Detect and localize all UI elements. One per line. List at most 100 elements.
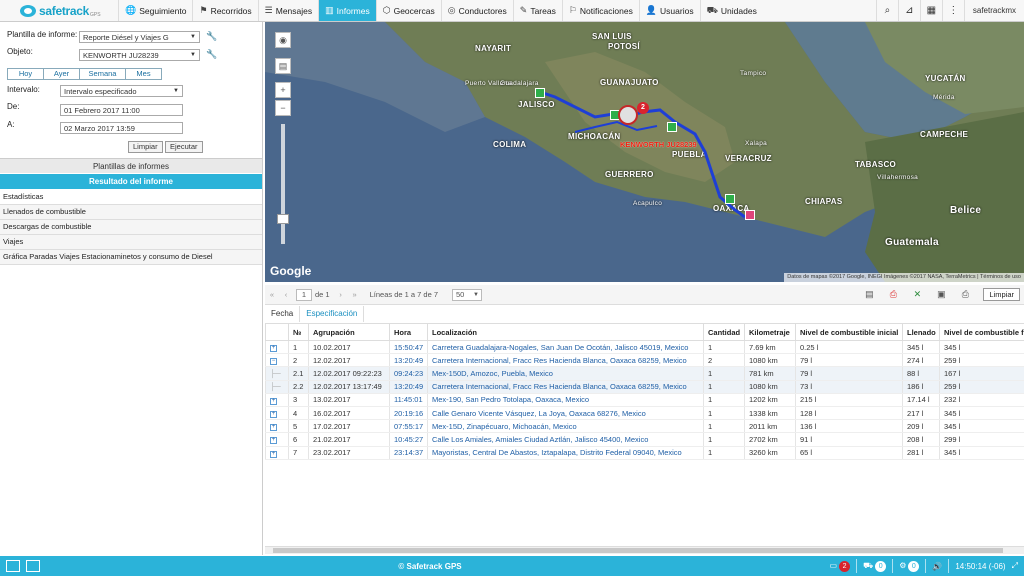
table-row[interactable]: ├─ 2.1 12.02.2017 09:22:23 09:24:23 Mex-150D…: [265, 366, 1024, 381]
print-icon[interactable]: ⎙: [953, 289, 977, 300]
nav-item-unidades[interactable]: ⛟ Unidades: [699, 0, 763, 21]
zoom-slider[interactable]: [281, 124, 285, 244]
row-time[interactable]: 07:55:17: [389, 419, 428, 434]
chart-icon[interactable]: ⊿: [897, 0, 920, 21]
per-page-select[interactable]: 50 ▼: [452, 288, 482, 301]
sound-icon[interactable]: 🔊: [932, 562, 942, 571]
row-time[interactable]: 13:20:49: [389, 353, 428, 368]
eye-icon[interactable]: ◉: [275, 32, 291, 48]
row-location[interactable]: Carretera Guadalajara-Nogales, San Juan …: [427, 340, 704, 355]
wrench-icon[interactable]: 🔧: [206, 31, 217, 42]
wrench-icon[interactable]: 🔧: [206, 49, 217, 60]
end-marker[interactable]: [745, 210, 755, 220]
table-row[interactable]: +4 16.02.2017 20:19:16 Calle Genaro Vicente…: [265, 406, 1024, 421]
row-location[interactable]: Mex-150D, Amozoc, Puebla, Mexico: [427, 366, 704, 381]
row-location[interactable]: Carretera Internacional, Fracc Res Hacie…: [427, 380, 704, 394]
document-export-icon[interactable]: ▣: [929, 289, 953, 300]
row-location[interactable]: Calle Los Amiales, Amiales Ciudad Aztlán…: [427, 432, 704, 447]
from-date-input[interactable]: 01 Febrero 2017 11:00: [60, 104, 183, 116]
expand-icon[interactable]: +: [270, 424, 277, 432]
row-time[interactable]: 13:20:49: [389, 380, 428, 394]
table-row[interactable]: ├─ 2.2 12.02.2017 13:17:49 13:20:49 Carreter…: [265, 380, 1024, 394]
row-expander[interactable]: −: [265, 353, 289, 368]
expand-icon[interactable]: +: [270, 450, 277, 458]
search-icon[interactable]: ⌕: [875, 0, 898, 21]
tab-date[interactable]: Fecha: [265, 306, 301, 322]
scrollbar-thumb[interactable]: [273, 548, 1003, 553]
table-row[interactable]: +3 13.02.2017 11:45:01 Mex-190, San Pedro T…: [265, 393, 1024, 407]
row-expander[interactable]: +: [265, 393, 289, 407]
pdf-export-icon[interactable]: ⎙: [881, 289, 905, 300]
last-page-icon[interactable]: »: [348, 290, 362, 299]
map-attribution[interactable]: Datos de mapas ©2017 Google, INEGI Imáge…: [784, 273, 1024, 282]
tab-specification[interactable]: Especificación: [300, 306, 365, 322]
col-quantity[interactable]: Cantidad: [703, 323, 745, 341]
app-logo[interactable]: safetrack GPS: [0, 0, 118, 21]
row-time[interactable]: 20:19:16: [389, 406, 428, 421]
row-location[interactable]: Calle Genaro Vicente Vásquez, La Joya, O…: [427, 406, 704, 421]
object-select[interactable]: KENWORTH JU28239 ▼: [79, 49, 200, 61]
col-filled[interactable]: Llenado: [902, 323, 940, 341]
table-row[interactable]: −2 12.02.2017 13:20:49 Carretera Internacio…: [265, 353, 1024, 368]
first-page-icon[interactable]: «: [265, 290, 279, 299]
templates-section-header[interactable]: Plantillas de informes: [0, 158, 262, 173]
expand-icon[interactable]: +: [270, 437, 277, 445]
table-row[interactable]: +7 23.02.2017 23:14:37 Mayoristas, Central …: [265, 446, 1024, 460]
run-button[interactable]: Ejecutar: [165, 141, 203, 153]
alerts-indicator[interactable]: ⚙ 0: [899, 560, 920, 572]
result-item[interactable]: Estadísticas: [0, 190, 262, 205]
row-time[interactable]: 15:50:47: [389, 340, 428, 355]
nav-item-mensajes[interactable]: ☰ Mensajes: [257, 0, 318, 21]
layers-icon[interactable]: ▤: [275, 58, 291, 74]
user-menu[interactable]: safetrackmx: [963, 0, 1024, 21]
template-select[interactable]: Reporte Diésel y Viajes G ▼: [79, 31, 200, 43]
row-time[interactable]: 23:14:37: [389, 446, 428, 460]
row-location[interactable]: Carretera Internacional, Fracc Res Hacie…: [427, 353, 704, 368]
row-expander[interactable]: +: [265, 406, 289, 421]
to-date-input[interactable]: 02 Marzo 2017 13:59: [60, 122, 183, 134]
table-view-icon[interactable]: ▤: [857, 289, 881, 300]
fullscreen-icon[interactable]: ⤢: [1012, 561, 1018, 571]
nav-item-recorridos[interactable]: ⚑ Recorridos: [192, 0, 257, 21]
row-expander[interactable]: +: [265, 340, 289, 355]
result-section-header[interactable]: Resultado del informe: [0, 174, 262, 189]
more-vertical-icon[interactable]: ⋮: [941, 0, 964, 21]
expand-icon[interactable]: +: [270, 397, 277, 405]
nav-item-usuarios[interactable]: 👤 Usuarios: [638, 0, 700, 21]
apps-grid-icon[interactable]: ▦: [919, 0, 942, 21]
period-button-mes[interactable]: Mes: [125, 68, 162, 80]
table-row[interactable]: +1 10.02.2017 15:50:47 Carretera Guadalajar…: [265, 340, 1024, 355]
excel-export-icon[interactable]: ✕: [905, 289, 929, 300]
prev-page-icon[interactable]: ‹: [279, 290, 293, 299]
period-button-ayer[interactable]: Ayer: [43, 68, 80, 80]
row-time[interactable]: 11:45:01: [389, 393, 428, 407]
horizontal-scrollbar[interactable]: [265, 546, 1024, 554]
zoom-out-button[interactable]: −: [275, 100, 291, 116]
page-input[interactable]: 1: [296, 288, 312, 301]
nav-item-seguimiento[interactable]: 🌐 Seguimiento: [118, 0, 192, 21]
events-indicator[interactable]: ⛟ 0: [863, 560, 887, 572]
col-location[interactable]: Localización: [427, 323, 704, 341]
messages-indicator[interactable]: ▭ 2: [830, 560, 851, 572]
next-page-icon[interactable]: ›: [334, 290, 348, 299]
table-row[interactable]: +6 21.02.2017 10:45:27 Calle Los Amiales, A…: [265, 432, 1024, 447]
fuel-marker[interactable]: [535, 88, 545, 98]
col-number[interactable]: №: [288, 323, 309, 341]
zoom-slider-handle[interactable]: [277, 214, 289, 224]
col-mileage[interactable]: Kilometraje: [744, 323, 796, 341]
expand-icon[interactable]: +: [270, 345, 277, 353]
period-button-semana[interactable]: Semana: [79, 68, 126, 80]
report-clear-button[interactable]: Limpiar: [983, 288, 1020, 301]
row-expander[interactable]: +: [265, 419, 289, 434]
row-expander[interactable]: +: [265, 446, 289, 460]
col-grouping[interactable]: Agrupación: [308, 323, 390, 341]
col-fuel-final[interactable]: Nivel de combustible final: [939, 323, 1024, 341]
collapse-icon[interactable]: −: [270, 358, 277, 366]
row-time[interactable]: 09:24:23: [389, 366, 428, 381]
row-location[interactable]: Mex-15D, Zinapécuaro, Michoacán, Mexico: [427, 419, 704, 434]
fuel-marker[interactable]: [725, 194, 735, 204]
fuel-marker[interactable]: [667, 122, 677, 132]
nav-item-notificaciones[interactable]: ⚐ Notificaciones: [561, 0, 639, 21]
row-expander[interactable]: +: [265, 432, 289, 447]
zoom-in-button[interactable]: +: [275, 82, 291, 98]
